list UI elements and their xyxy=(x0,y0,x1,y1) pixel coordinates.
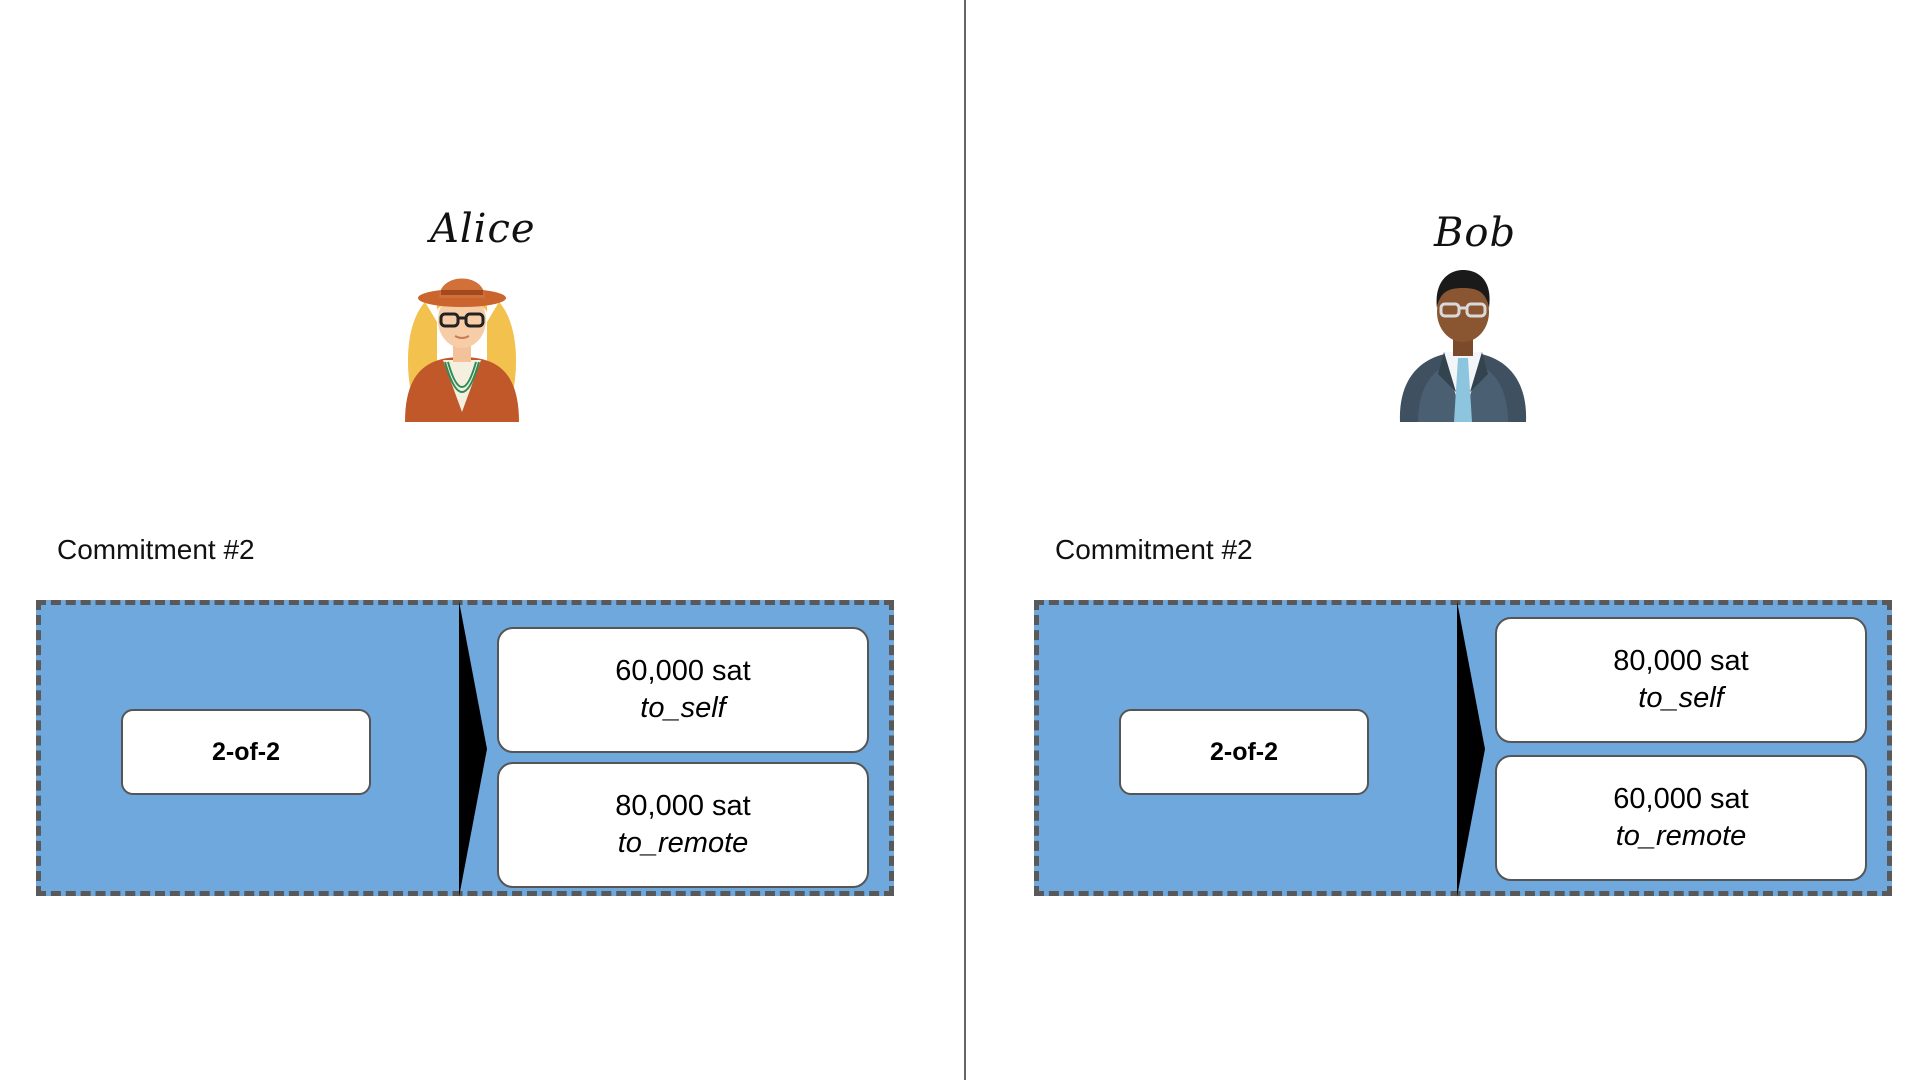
output-to-self: 80,000 sat to_self xyxy=(1495,617,1867,743)
diagram-canvas: Alice Commitment #2 2-of-2 60,000 sat to… xyxy=(0,0,1920,1080)
transaction-arrow-icon xyxy=(1457,601,1485,897)
panel-divider xyxy=(964,0,966,1080)
output-amount: 80,000 sat xyxy=(1613,645,1749,677)
output-amount: 80,000 sat xyxy=(615,790,751,822)
person-name: Alice xyxy=(430,206,536,252)
output-label: to_remote xyxy=(617,827,749,859)
transaction-arrow-icon xyxy=(459,601,487,897)
output-label: to_remote xyxy=(1615,820,1747,852)
man-avatar-icon xyxy=(1399,270,1527,422)
woman-avatar-icon xyxy=(405,278,519,422)
commitment-transaction: 2-of-2 80,000 sat to_self 60,000 sat to_… xyxy=(1034,600,1892,897)
person-name: Bob xyxy=(1434,210,1517,256)
funding-input-2of2: 2-of-2 xyxy=(121,709,371,795)
commitment-title: Commitment #2 xyxy=(1055,534,1253,565)
output-to-remote: 60,000 sat to_remote xyxy=(1495,755,1867,881)
output-label: to_self xyxy=(640,692,726,724)
commitment-title: Commitment #2 xyxy=(57,534,255,565)
alice-panel: Alice Commitment #2 2-of-2 60,000 sat to… xyxy=(0,0,960,1080)
commitment-transaction: 2-of-2 60,000 sat to_self 80,000 sat to_… xyxy=(36,600,894,897)
output-to-remote: 80,000 sat to_remote xyxy=(497,762,869,888)
output-amount: 60,000 sat xyxy=(1613,783,1749,815)
output-label: to_self xyxy=(1638,682,1724,714)
bob-panel: Bob Commitment #2 2-of-2 80,000 sat to_s… xyxy=(998,0,1920,1080)
funding-input-2of2: 2-of-2 xyxy=(1119,709,1369,795)
output-to-self: 60,000 sat to_self xyxy=(497,627,869,753)
output-amount: 60,000 sat xyxy=(615,655,751,687)
